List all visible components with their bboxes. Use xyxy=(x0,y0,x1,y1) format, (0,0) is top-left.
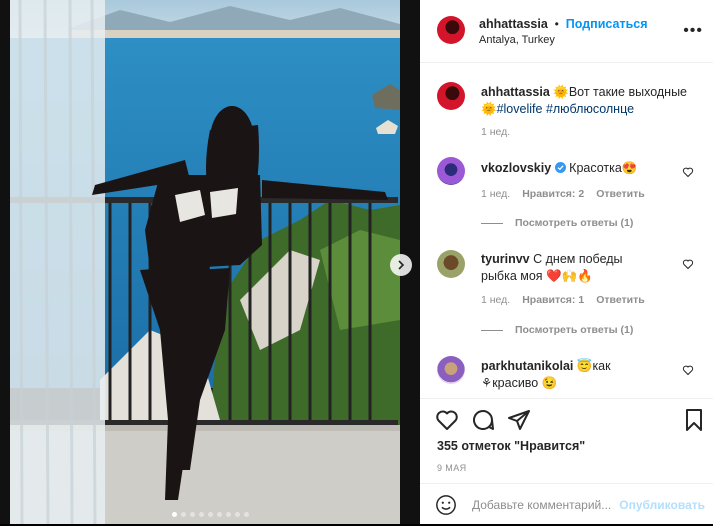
comments-list[interactable]: ahhattassia 🌞Вот такие выходные 🌞#loveli… xyxy=(420,63,713,398)
author-username[interactable]: ahhattassia xyxy=(479,17,548,31)
chevron-right-icon xyxy=(398,260,405,270)
comment-time[interactable]: 1 нед. xyxy=(481,294,510,306)
carousel-dot xyxy=(234,512,240,517)
carousel-dot xyxy=(180,512,186,517)
next-slide-button[interactable] xyxy=(390,254,412,276)
reply-button[interactable]: Ответить xyxy=(596,188,645,200)
view-replies-button[interactable]: Посмотреть ответы (1) xyxy=(481,324,633,336)
reply-button[interactable]: Ответить xyxy=(596,294,645,306)
header-separator: • xyxy=(554,17,559,31)
comment-input[interactable]: Добавьте комментарий... xyxy=(472,498,611,512)
add-comment-bar: Добавьте комментарий... Опубликовать xyxy=(420,483,713,526)
hashtag-link[interactable]: #lovelife xyxy=(497,102,543,116)
comment-meta: 1 нед. Нравится: 2 Ответить xyxy=(481,188,645,200)
emoji-smile-icon[interactable] xyxy=(435,494,457,516)
post-location[interactable]: Antalya, Turkey xyxy=(479,34,555,46)
post-date[interactable]: 9 МАЯ xyxy=(437,463,467,473)
caption-text: ahhattassia 🌞Вот такие выходные 🌞#loveli… xyxy=(481,84,691,118)
photo-image xyxy=(0,0,420,524)
comment-username[interactable]: parkhutanikolai xyxy=(481,359,573,373)
carousel-dot xyxy=(171,512,177,517)
carousel-indicator xyxy=(0,512,420,517)
post-actions: 355 отметок "Нравится" 9 МАЯ Добавьте ко… xyxy=(420,398,713,525)
caption-meta: 1 нед. xyxy=(481,126,510,138)
comment-avatar[interactable] xyxy=(437,250,465,278)
caption-avatar[interactable] xyxy=(437,82,465,110)
replies-divider xyxy=(481,329,503,331)
comment-text: parkhutanikolai 😇как ⚘красиво 😉 xyxy=(481,358,661,392)
replies-divider xyxy=(481,222,503,224)
likes-count[interactable]: 355 отметок "Нравится" xyxy=(437,439,585,453)
caption-body: Вот такие выходные xyxy=(568,85,688,99)
caption-time[interactable]: 1 нед. xyxy=(481,126,510,138)
view-replies-label: Посмотреть ответы (1) xyxy=(515,217,634,229)
more-options-icon[interactable]: ••• xyxy=(683,22,703,40)
comment-avatar[interactable] xyxy=(437,157,465,185)
share-send-icon[interactable] xyxy=(507,408,531,432)
carousel-dot xyxy=(198,512,204,517)
comment-text: tyurinvv С днем победы рыбка моя ❤️🙌🔥 xyxy=(481,251,661,285)
post-sidebar: ahhattassia • Подписаться Antalya, Turke… xyxy=(420,0,713,524)
comment-like-icon[interactable] xyxy=(682,166,694,178)
caption-username[interactable]: ahhattassia xyxy=(481,85,550,99)
sun-emoji: 🌞 xyxy=(481,102,497,116)
comment-likes-count[interactable]: Нравится: 2 xyxy=(522,188,584,200)
comment-body: Красотка😍 xyxy=(569,161,638,175)
comment-like-icon[interactable] xyxy=(682,364,694,376)
verified-badge-icon xyxy=(554,162,566,173)
comment-likes-count[interactable]: Нравится: 1 xyxy=(522,294,584,306)
sun-emoji: 🌞 xyxy=(553,85,569,99)
comment-time[interactable]: 1 нед. xyxy=(481,188,510,200)
save-bookmark-icon[interactable] xyxy=(682,408,706,432)
carousel-dot xyxy=(207,512,213,517)
follow-button[interactable]: Подписаться xyxy=(566,17,648,31)
post-header: ahhattassia • Подписаться Antalya, Turke… xyxy=(420,0,713,63)
post-photo[interactable] xyxy=(0,0,420,524)
comment-username[interactable]: tyurinvv xyxy=(481,252,530,266)
comment-bubble-icon[interactable] xyxy=(471,408,495,432)
comment-avatar[interactable] xyxy=(437,356,465,384)
publish-button[interactable]: Опубликовать xyxy=(619,498,705,512)
comment-like-icon[interactable] xyxy=(682,258,694,270)
view-replies-button[interactable]: Посмотреть ответы (1) xyxy=(481,217,633,229)
carousel-dot xyxy=(243,512,249,517)
like-heart-icon[interactable] xyxy=(435,408,459,432)
view-replies-label: Посмотреть ответы (1) xyxy=(515,324,634,336)
carousel-dot xyxy=(216,512,222,517)
carousel-dot xyxy=(189,512,195,517)
hashtag-link[interactable]: #люблюсолнце xyxy=(546,102,634,116)
carousel-dot xyxy=(225,512,231,517)
author-avatar[interactable] xyxy=(437,16,465,44)
comment-username[interactable]: vkozlovskiy xyxy=(481,161,551,175)
comment-text: vkozlovskiy Красотка😍 xyxy=(481,160,691,177)
comment-meta: 1 нед. Нравится: 1 Ответить xyxy=(481,294,645,306)
